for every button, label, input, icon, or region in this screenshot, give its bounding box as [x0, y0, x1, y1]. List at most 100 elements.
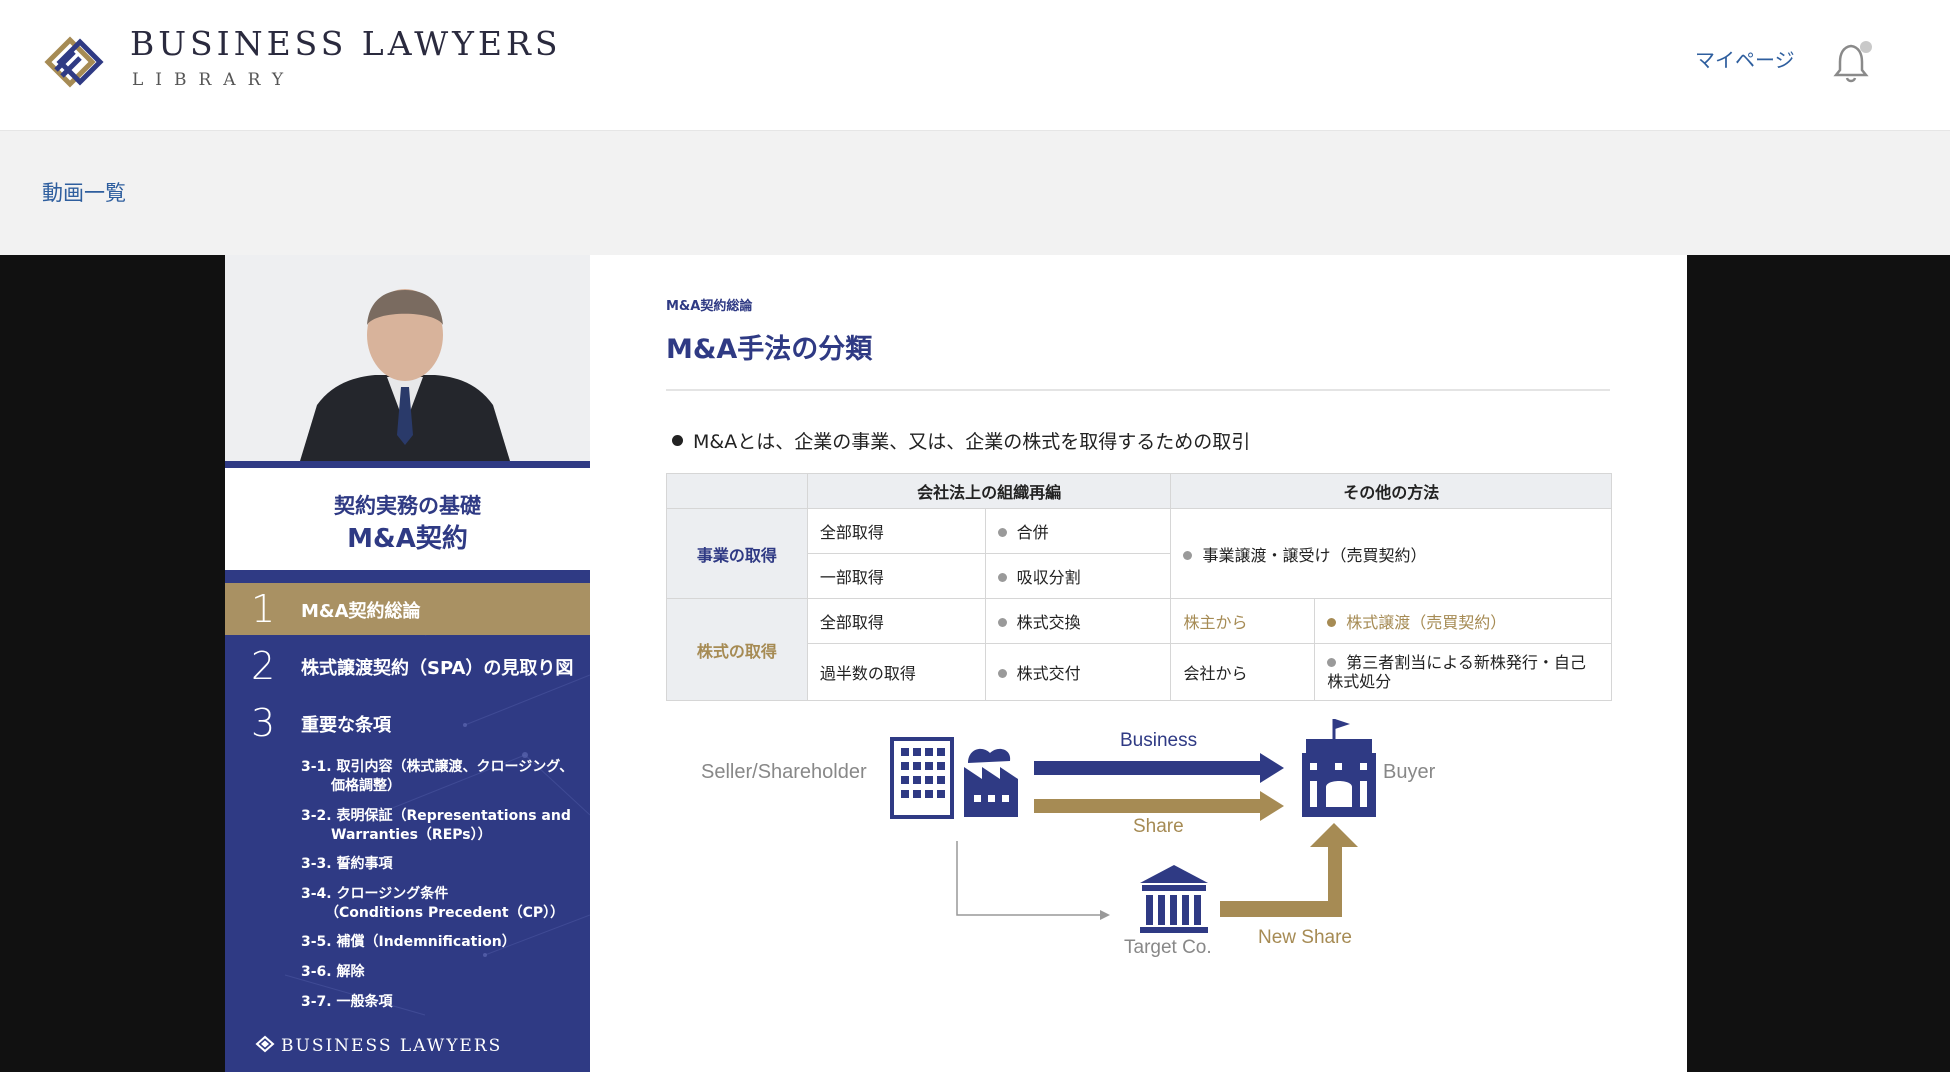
sub-item-text: 3-7. 一般条項: [301, 994, 393, 1010]
video-frame[interactable]: 契約実務の基礎 M&A契約 1 M&A契約総論 2 株式譲渡契約（SPA）の見取…: [225, 255, 1687, 1072]
seller-label: Seller/Shareholder: [701, 761, 867, 783]
row-method: 合併: [984, 508, 1172, 554]
logo-title[interactable]: BUSINESS LAWYERS: [130, 24, 561, 63]
chapter-item-1[interactable]: 1 M&A契約総論: [225, 583, 590, 635]
bell-icon[interactable]: [1833, 38, 1873, 84]
sub-item-text-cont: 価格調整）: [331, 778, 401, 794]
sub-item-text: 3-4. クロージング条件: [301, 886, 449, 902]
bullet-dot: [997, 669, 1007, 678]
header-empty: [666, 473, 808, 509]
row-method: 株式交付: [984, 643, 1172, 701]
row-label: 全部取得: [806, 598, 986, 644]
sub-item-text-cont: Warranties（REPs））: [331, 827, 492, 843]
row-method: 吸収分割: [984, 553, 1172, 599]
course-sidebar-panel: 契約実務の基礎 M&A契約 1 M&A契約総論 2 株式譲渡契約（SPA）の見取…: [225, 255, 590, 1072]
bullet-text: M&Aとは、企業の事業、又は、企業の株式を取得するための取引: [693, 431, 1251, 453]
new-share-arrow: [1220, 823, 1358, 917]
footer-logo: BUSINESS LAWYERS: [255, 1035, 502, 1056]
share-label: Share: [1133, 816, 1184, 837]
bullet-dot: [1183, 550, 1193, 560]
bullet-dot: [672, 435, 683, 446]
bullet-dot: [997, 618, 1007, 627]
table-header-row: 会社法上の組織再編 その他の方法: [666, 473, 1612, 509]
sub-item-3-7[interactable]: 3-7. 一般条項: [301, 993, 393, 1012]
ma-classification-table: 会社法上の組織再編 その他の方法 事業の取得 全部取得 合併 事業譲渡・譲受け（…: [666, 473, 1612, 701]
logo-icon[interactable]: [40, 30, 110, 94]
row-label: 一部取得: [806, 553, 986, 599]
target-building-icon: [1140, 865, 1208, 933]
sub-item-text: 3-3. 誓約事項: [301, 856, 393, 872]
method-text: 吸収分割: [1016, 568, 1081, 587]
target-label: Target Co.: [1124, 937, 1212, 958]
sub-item-3-1[interactable]: 3-1. 取引内容（株式譲渡、クロージング、 価格調整）: [301, 758, 573, 796]
chapter-number: 2: [251, 644, 276, 688]
breadcrumb-bar: 動画一覧: [0, 131, 1950, 255]
business-other-method: 事業譲渡・譲受け（売買契約）: [1170, 508, 1612, 599]
sub-item-text-cont: （Conditions Precedent（CP））: [325, 905, 565, 921]
mypage-link[interactable]: マイページ: [1695, 44, 1795, 73]
row-method: 株式交換: [984, 598, 1172, 644]
method-text: 事業譲渡・譲受け（売買契約）: [1202, 545, 1427, 565]
seller-target-connector: [956, 841, 1110, 920]
chapter-item-2[interactable]: 2 株式譲渡契約（SPA）の見取り図: [225, 640, 590, 692]
site-header: BUSINESS LAWYERS LIBRARY マイページ: [0, 0, 1950, 131]
ma-flow-diagram: Seller/Shareholder Buyer Business Share …: [590, 715, 1687, 1072]
sub-item-text: 3-1. 取引内容（株式譲渡、クロージング、: [301, 759, 574, 775]
chapter-label: 重要な条項: [301, 715, 391, 736]
sub-item-3-5[interactable]: 3-5. 補償（Indemnification）: [301, 933, 516, 952]
bullet-dot: [1327, 658, 1337, 667]
business-label: Business: [1120, 730, 1198, 751]
method-text: 株式交付: [1016, 664, 1081, 683]
logo-mark-icon: [255, 1035, 275, 1053]
sub-item-text: 3-5. 補償（Indemnification）: [301, 934, 516, 950]
slide-bullet: M&Aとは、企業の事業、又は、企業の株式を取得するための取引: [672, 427, 1250, 454]
sub-item-3-6[interactable]: 3-6. 解除: [301, 963, 365, 982]
office-building-icon: [890, 737, 954, 819]
footer-logo-text: BUSINESS LAWYERS: [281, 1036, 503, 1056]
business-arrow: [1034, 753, 1284, 783]
header-reorg: 会社法上の組織再編: [806, 473, 1172, 509]
bullet-dot: [997, 528, 1007, 537]
course-title: M&A契約: [347, 524, 468, 554]
breadcrumb-video-list-link[interactable]: 動画一覧: [42, 177, 126, 207]
slide-kicker: M&A契約総論: [666, 299, 753, 314]
sub-item-3-3[interactable]: 3-3. 誓約事項: [301, 855, 393, 874]
other-method: 株式譲渡（売買契約）: [1314, 598, 1612, 644]
buyer-building-icon: [1302, 719, 1376, 817]
new-share-label: New Share: [1258, 927, 1352, 948]
course-title-box: 契約実務の基礎 M&A契約: [225, 468, 590, 570]
presenter-camera: [225, 255, 590, 468]
method-text: 株式交換: [1016, 613, 1081, 632]
group-business: 事業の取得: [666, 508, 808, 599]
method-text: 第三者割当による新株発行・自己株式処分: [1327, 653, 1586, 691]
course-subtitle: 契約実務の基礎: [334, 494, 481, 518]
sub-item-3-4[interactable]: 3-4. クロージング条件 （Conditions Precedent（CP））: [301, 885, 564, 923]
chapter-label: 株式譲渡契約（SPA）の見取り図: [301, 658, 574, 679]
sub-item-text: 3-6. 解除: [301, 964, 365, 980]
group-share: 株式の取得: [666, 598, 808, 701]
row-label: 全部取得: [806, 508, 986, 554]
video-player[interactable]: 契約実務の基礎 M&A契約 1 M&A契約総論 2 株式譲渡契約（SPA）の見取…: [0, 255, 1950, 1072]
sub-item-3-2[interactable]: 3-2. 表明保証（Representations and Warranties…: [301, 807, 571, 845]
method-text: 合併: [1016, 523, 1049, 542]
bullet-dot: [997, 573, 1007, 582]
chapter-label: M&A契約総論: [301, 601, 421, 622]
logo-subtitle: LIBRARY: [132, 70, 296, 90]
buyer-label: Buyer: [1383, 761, 1436, 783]
slide-title: M&A手法の分類: [666, 334, 873, 365]
other-method: 第三者割当による新株発行・自己株式処分: [1314, 643, 1612, 701]
row-label: 過半数の取得: [806, 643, 986, 701]
header-other: その他の方法: [1170, 473, 1612, 509]
presenter-image: [225, 255, 590, 461]
lecture-slide: M&A契約総論 M&A手法の分類 M&Aとは、企業の事業、又は、企業の株式を取得…: [590, 255, 1687, 1072]
chapter-number: 3: [251, 701, 276, 745]
table-row: 過半数の取得 株式交付 会社から 第三者割当による新株発行・自己株式処分: [667, 643, 1612, 701]
table-row: 株式の取得 全部取得 株式交換 株主から 株式譲渡（売買契約）: [666, 598, 1612, 701]
table-row: 事業の取得 全部取得 合併 事業譲渡・譲受け（売買契約）: [666, 508, 1612, 599]
chapter-item-3[interactable]: 3 重要な条項: [225, 697, 590, 749]
method-text: 株式譲渡（売買契約）: [1346, 613, 1507, 632]
sub-item-text: 3-2. 表明保証（Representations and: [301, 808, 571, 824]
chapter-number: 1: [251, 587, 276, 631]
bullet-dot: [1327, 618, 1337, 627]
slide-divider: [666, 389, 1610, 391]
